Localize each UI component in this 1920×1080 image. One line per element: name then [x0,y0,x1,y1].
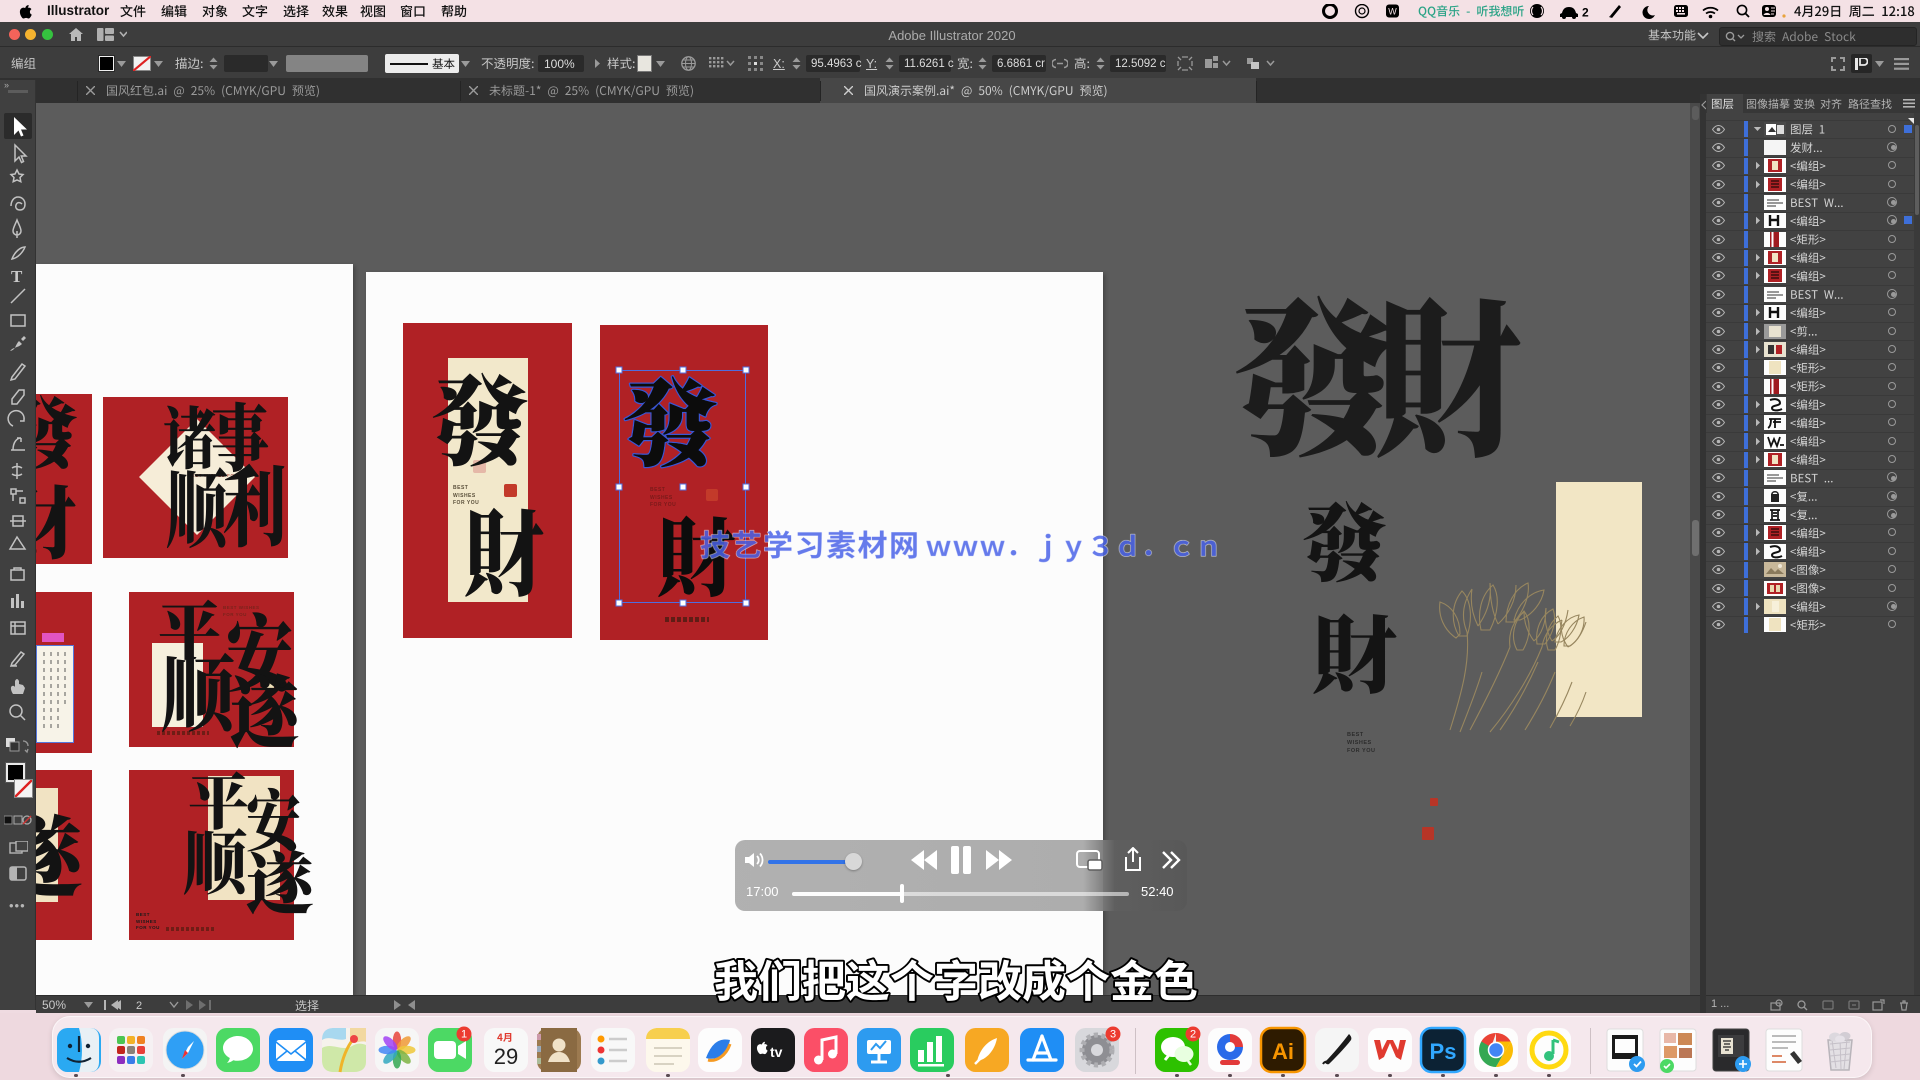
svg-text:29: 29 [494,1044,518,1069]
svg-text:1: 1 [461,1029,467,1041]
svg-text:3: 3 [1110,1029,1116,1041]
svg-text:2: 2 [1582,6,1589,20]
svg-text:tv: tv [770,1044,783,1060]
svg-text:Ps: Ps [1430,1039,1457,1064]
svg-text:2: 2 [136,1000,142,1011]
svg-text:W: W [1388,7,1397,17]
svg-text:2: 2 [1190,1029,1196,1041]
svg-text:Ai: Ai [1272,1039,1294,1064]
